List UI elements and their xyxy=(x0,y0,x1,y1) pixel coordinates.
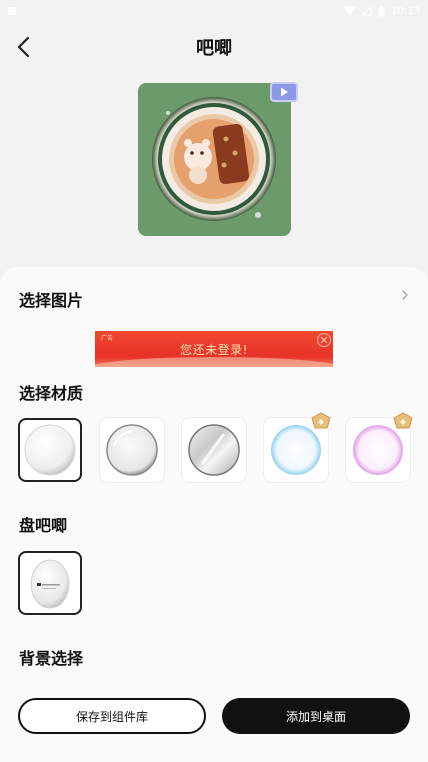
close-icon xyxy=(320,336,328,344)
chevron-right-icon[interactable] xyxy=(400,289,410,301)
wifi-icon xyxy=(344,6,357,15)
ad-banner[interactable]: 广告 您还未登录! xyxy=(95,331,333,367)
metallic-disc-icon xyxy=(188,424,240,476)
signal-icon xyxy=(362,6,372,16)
glossy-disc-icon xyxy=(106,424,158,476)
notification-icon xyxy=(8,7,16,15)
ad-close-button[interactable] xyxy=(317,333,331,347)
status-icons: 10:13 xyxy=(344,5,420,17)
material-option-metallic[interactable] xyxy=(182,418,246,482)
vip-crown-icon xyxy=(311,412,331,429)
material-option-glossy[interactable] xyxy=(100,418,164,482)
video-play-button[interactable] xyxy=(270,82,298,102)
iridescent-blue-disc-icon xyxy=(271,425,321,475)
badge-preview-image xyxy=(152,97,276,221)
material-option-plain[interactable] xyxy=(18,418,82,482)
plain-disc-icon xyxy=(24,424,76,476)
background-select-title: 背景选择 xyxy=(19,649,84,668)
status-bar: 10:13 xyxy=(0,0,428,22)
material-option-iridescent-blue[interactable] xyxy=(264,412,331,482)
play-icon xyxy=(281,87,288,97)
save-to-library-button[interactable]: 保存到组件库 xyxy=(18,698,206,734)
add-to-desktop-button[interactable]: 添加到桌面 xyxy=(222,698,410,734)
material-list xyxy=(18,412,418,484)
pan-badge-title: 盘吧唧 xyxy=(19,516,68,535)
battery-icon xyxy=(378,5,385,16)
ad-text: 您还未登录! xyxy=(180,342,248,357)
select-material-title: 选择材质 xyxy=(19,384,84,403)
status-time: 10:13 xyxy=(391,5,420,17)
pan-badge-option[interactable] xyxy=(18,551,82,615)
badge-preview xyxy=(138,83,291,236)
select-image-row[interactable]: 选择图片 xyxy=(19,287,83,311)
back-button[interactable] xyxy=(10,32,36,62)
top-bar: 吧唧 xyxy=(0,24,428,70)
ad-wave-decoration xyxy=(95,357,333,367)
egg-badge-icon xyxy=(30,559,70,609)
page-title: 吧唧 xyxy=(196,38,232,59)
vip-crown-icon xyxy=(393,412,413,429)
iridescent-pink-disc-icon xyxy=(353,425,403,475)
material-option-iridescent-pink[interactable] xyxy=(346,412,413,482)
chevron-left-icon xyxy=(17,36,30,58)
ad-tag: 广告 xyxy=(101,335,114,342)
